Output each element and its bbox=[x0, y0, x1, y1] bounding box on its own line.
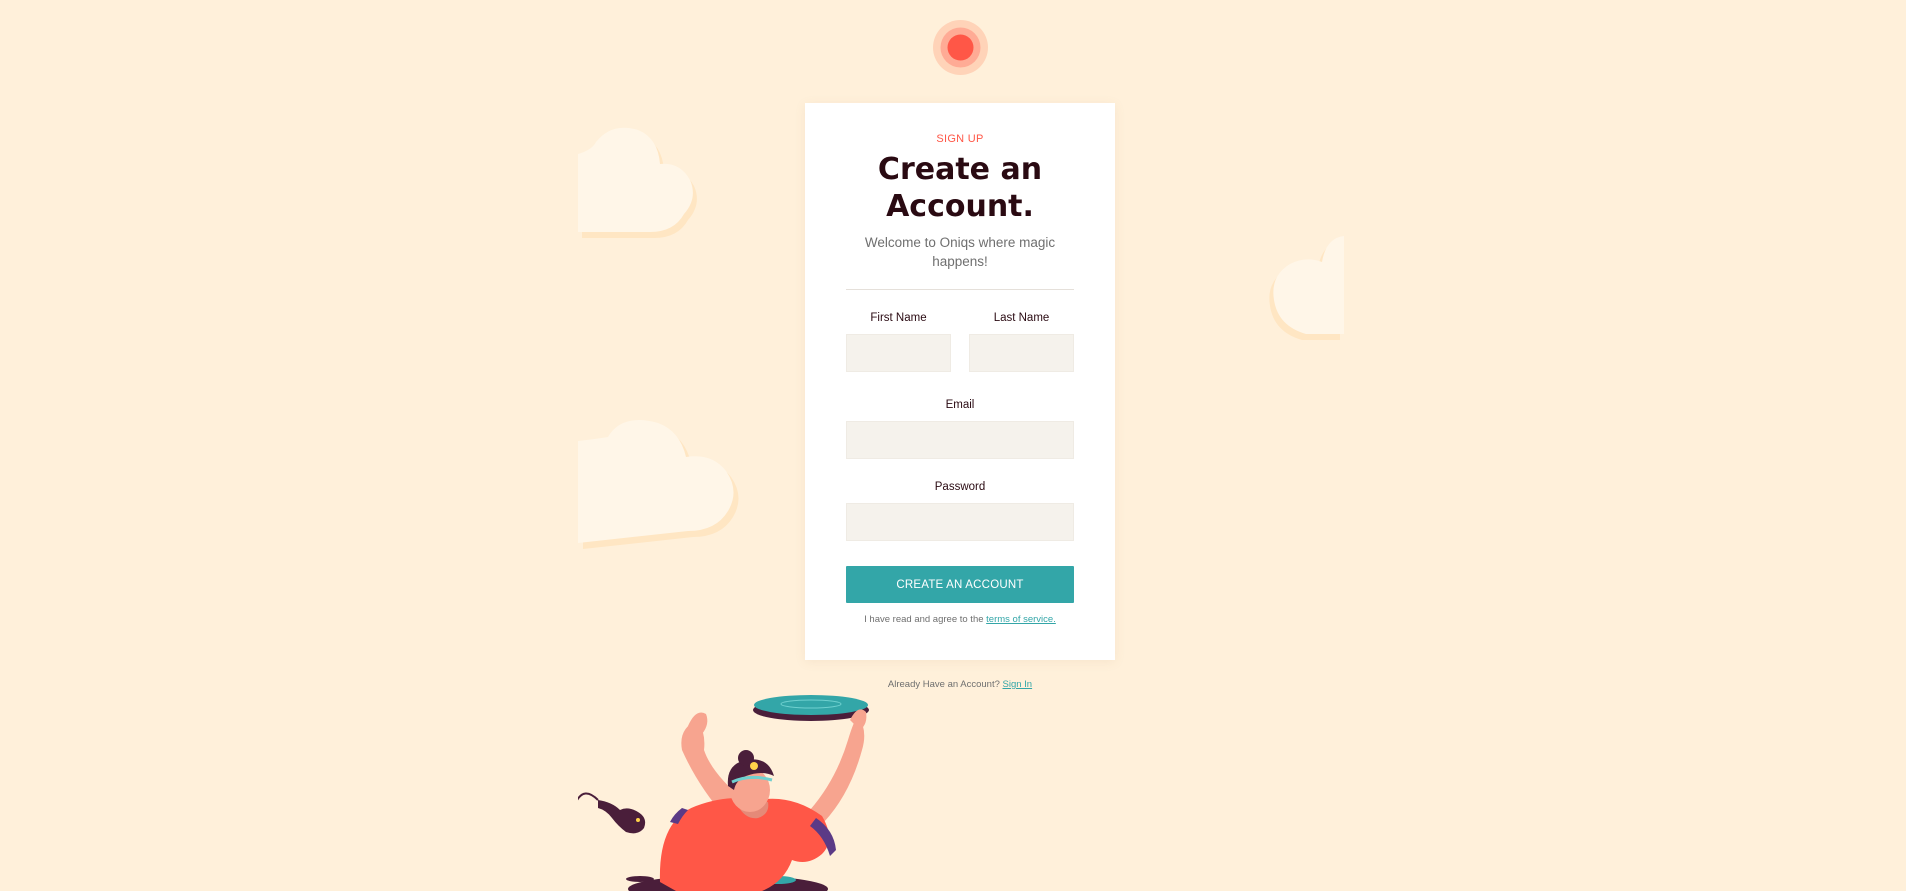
cloud-decoration-right bbox=[1269, 236, 1344, 340]
last-name-input[interactable] bbox=[969, 334, 1074, 372]
signup-eyebrow: SIGN UP bbox=[936, 133, 984, 145]
terms-text: I have read and agree to the bbox=[864, 614, 984, 625]
terms-of-service-link[interactable]: terms of service. bbox=[986, 614, 1056, 625]
page-subtitle: Welcome to Oniqs where magic happens! bbox=[864, 235, 1056, 269]
last-name-label: Last Name bbox=[993, 312, 1050, 324]
page-title-line-1: Create an bbox=[877, 152, 1043, 187]
cloud-decoration-left-top bbox=[578, 127, 697, 238]
signup-card: SIGN UP Create an Account. Welcome to On… bbox=[805, 103, 1115, 660]
email-label: Email bbox=[945, 399, 975, 411]
first-name-label: First Name bbox=[870, 312, 927, 324]
cloud-decoration-left-middle bbox=[578, 420, 739, 549]
signin-prompt: Already Have an Account? Sign In bbox=[805, 679, 1115, 690]
page-title-line-2: Account. bbox=[886, 189, 1034, 224]
first-name-input[interactable] bbox=[846, 334, 951, 372]
signup-page: SIGN UP Create an Account. Welcome to On… bbox=[0, 0, 1906, 891]
page-title: Create an Account. bbox=[805, 151, 1115, 225]
email-input[interactable] bbox=[846, 421, 1074, 459]
manhole-character-illustration bbox=[578, 695, 869, 891]
signin-text: Already Have an Account? bbox=[887, 679, 1000, 690]
password-label: Password bbox=[934, 481, 986, 493]
header-divider bbox=[846, 289, 1074, 290]
create-account-button[interactable]: CREATE AN ACCOUNT bbox=[846, 566, 1074, 603]
sign-in-link[interactable]: Sign In bbox=[1003, 679, 1033, 690]
password-input[interactable] bbox=[846, 503, 1074, 541]
brand-logo-icon bbox=[933, 20, 988, 75]
terms-notice: I have read and agree to the terms of se… bbox=[805, 614, 1115, 625]
